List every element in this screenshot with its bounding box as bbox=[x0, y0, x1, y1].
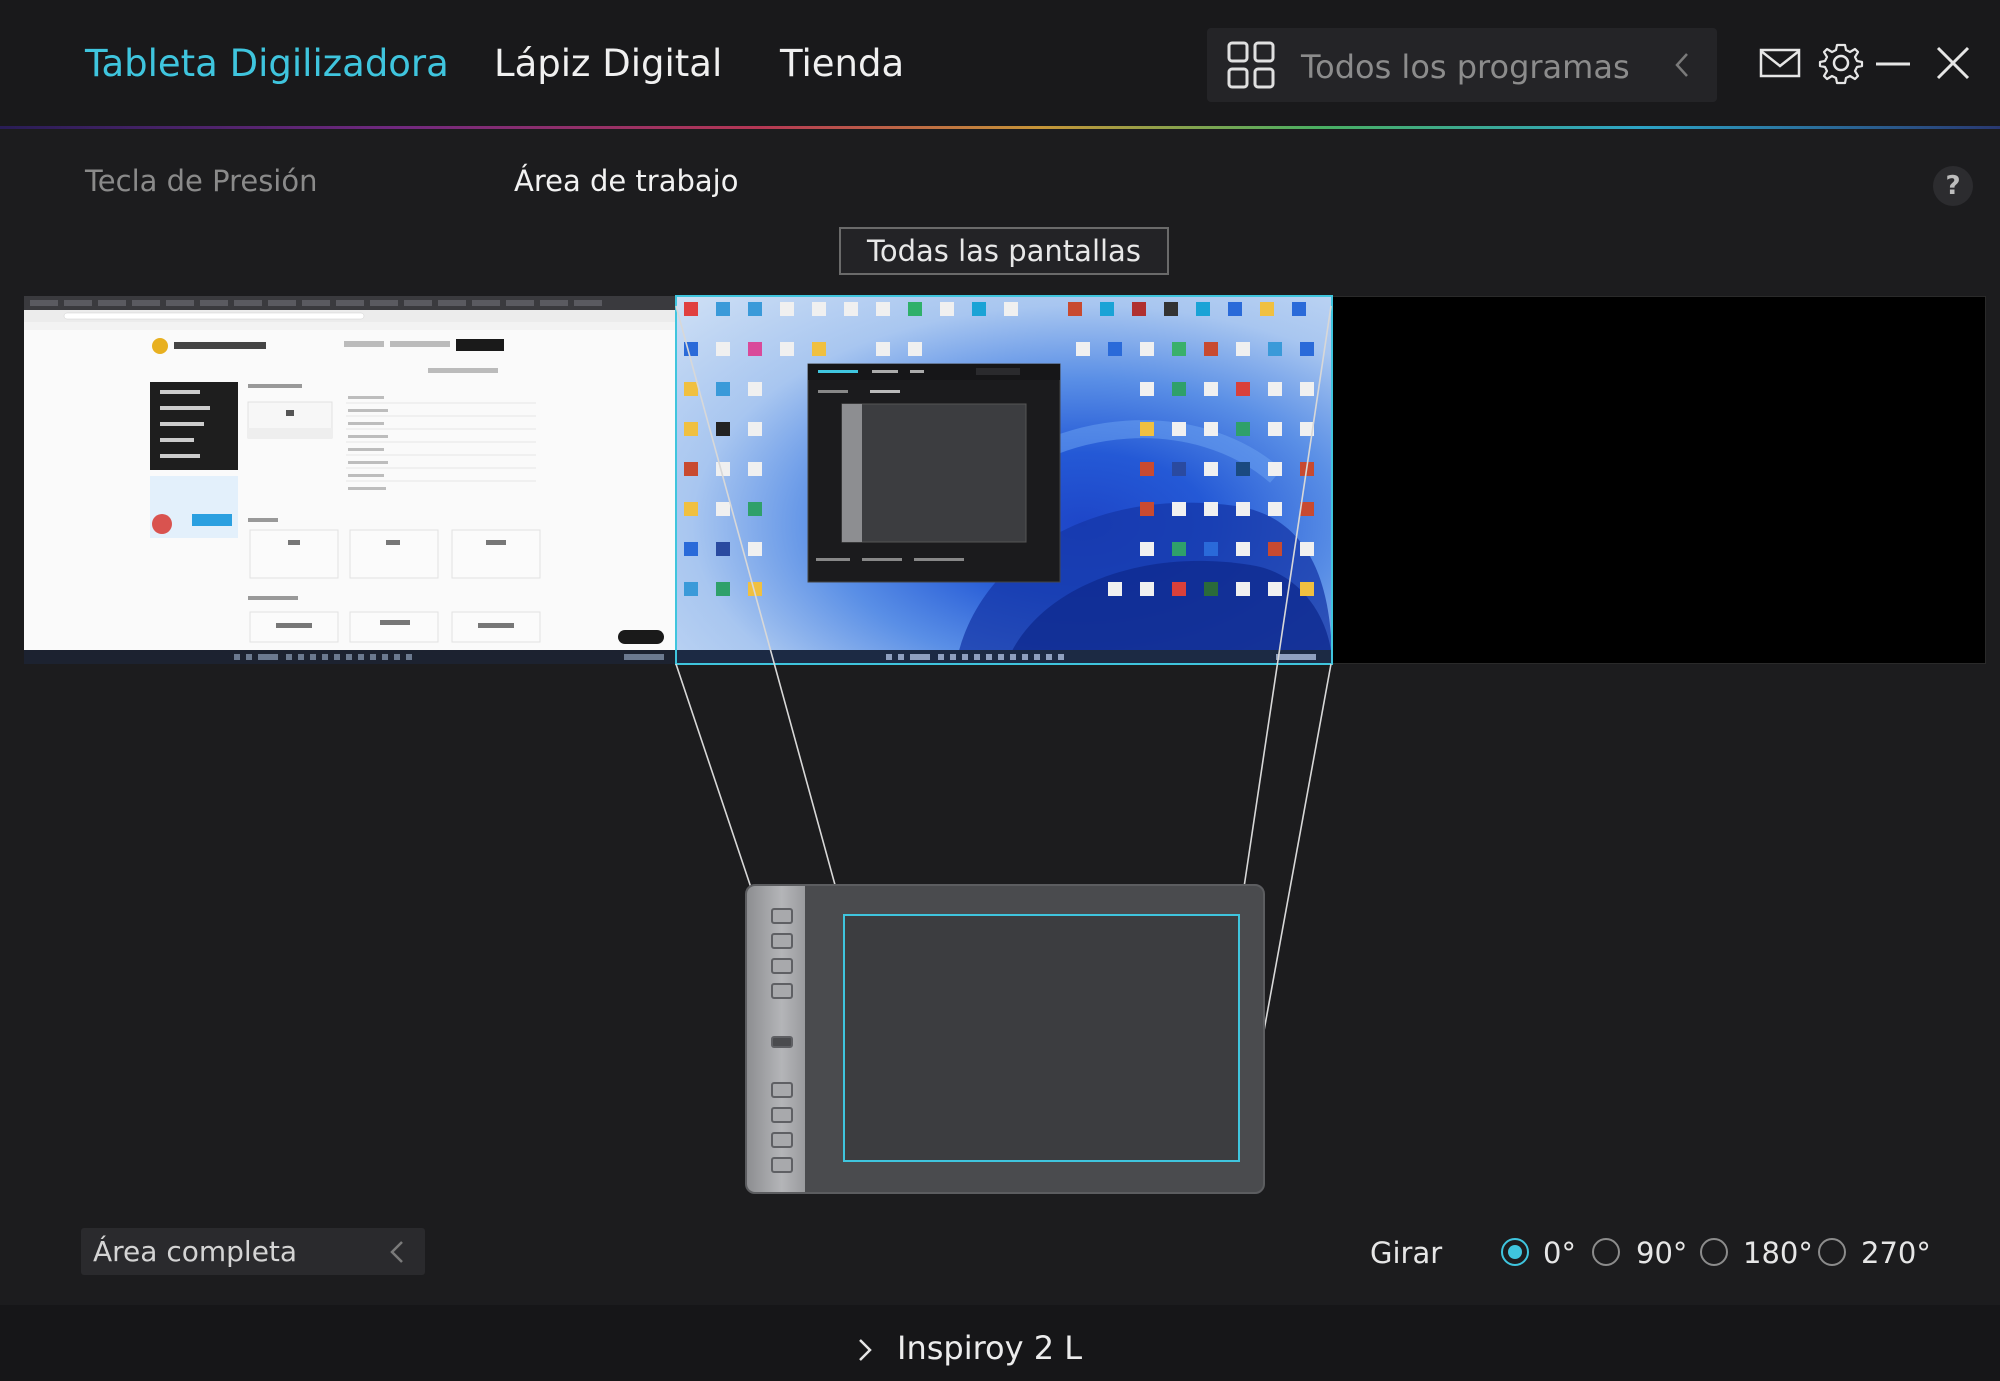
tablet-key bbox=[771, 983, 793, 999]
tablet-key bbox=[771, 958, 793, 974]
tablet-key bbox=[771, 1157, 793, 1173]
rotation-radio-270[interactable] bbox=[1818, 1238, 1846, 1266]
rotation-radio-0[interactable] bbox=[1501, 1238, 1529, 1266]
chevron-right-icon[interactable] bbox=[856, 1336, 874, 1364]
area-select[interactable]: Área completa bbox=[81, 1228, 425, 1275]
tablet-key bbox=[771, 1132, 793, 1148]
rotation-option-label: 270° bbox=[1861, 1236, 1931, 1270]
rotation-option-label: 180° bbox=[1743, 1236, 1813, 1270]
tablet-key bbox=[771, 933, 793, 949]
chevron-left-icon bbox=[390, 1241, 403, 1263]
tablet-dial bbox=[771, 1036, 793, 1048]
area-select-label: Área completa bbox=[93, 1235, 298, 1268]
tablet-active-area[interactable] bbox=[843, 914, 1240, 1162]
tablet-key bbox=[771, 1107, 793, 1123]
tablet-key bbox=[771, 908, 793, 924]
rotation-label: Girar bbox=[1370, 1236, 1443, 1270]
device-name[interactable]: Inspiroy 2 L bbox=[897, 1329, 1082, 1367]
rotation-option-label: 0° bbox=[1543, 1236, 1576, 1270]
rotation-radio-180[interactable] bbox=[1700, 1238, 1728, 1266]
rotation-option-label: 90° bbox=[1636, 1236, 1688, 1270]
rotation-radio-90[interactable] bbox=[1592, 1238, 1620, 1266]
tablet-key bbox=[771, 1082, 793, 1098]
